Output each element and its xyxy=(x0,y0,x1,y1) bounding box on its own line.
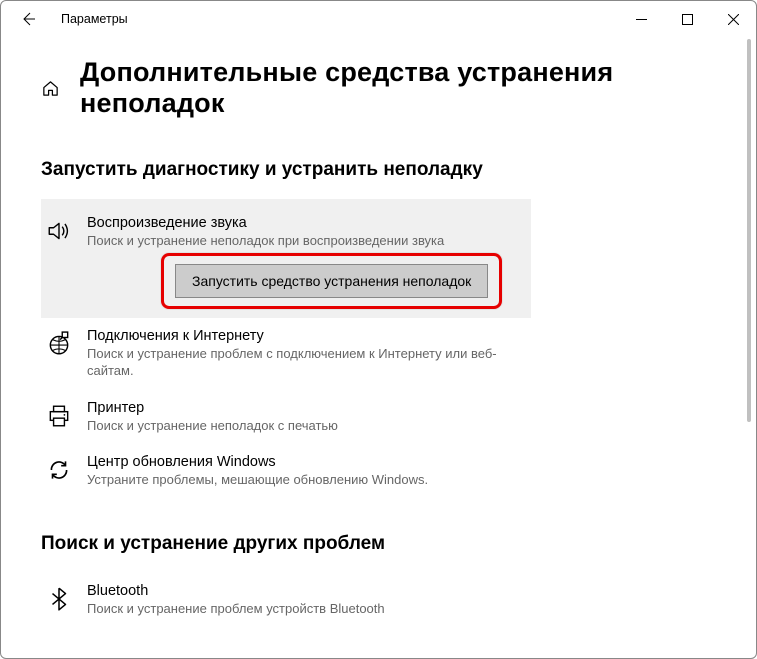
refresh-icon xyxy=(45,456,73,484)
troubleshooter-item-internet[interactable]: Подключения к Интернету Поиск и устранен… xyxy=(41,318,531,390)
item-desc: Устраните проблемы, мешающие обновлению … xyxy=(87,471,523,489)
back-button[interactable] xyxy=(13,11,43,27)
troubleshooter-item-printer[interactable]: Принтер Поиск и устранение неполадок с п… xyxy=(41,390,531,445)
item-desc: Поиск и устранение неполадок при воспрои… xyxy=(87,232,519,250)
scrollbar-thumb[interactable] xyxy=(747,39,751,422)
troubleshooter-item-audio[interactable]: Воспроизведение звука Поиск и устранение… xyxy=(41,199,531,318)
item-desc: Поиск и устранение проблем устройств Blu… xyxy=(87,600,523,618)
section-heading-other: Поиск и устранение других проблем xyxy=(41,533,716,555)
maximize-button[interactable] xyxy=(664,1,710,37)
window-title: Параметры xyxy=(61,12,128,26)
section-heading-diagnose: Запустить диагностику и устранить непола… xyxy=(41,159,716,181)
item-name: Центр обновления Windows xyxy=(87,454,523,470)
titlebar: Параметры xyxy=(1,1,756,37)
item-desc: Поиск и устранение неполадок с печатью xyxy=(87,417,523,435)
item-name: Bluetooth xyxy=(87,583,523,599)
minimize-button[interactable] xyxy=(618,1,664,37)
speaker-icon xyxy=(45,217,73,245)
scrollbar[interactable] xyxy=(744,39,754,656)
home-icon[interactable] xyxy=(41,79,60,98)
close-button[interactable] xyxy=(710,1,756,37)
bluetooth-icon xyxy=(45,585,73,613)
globe-icon xyxy=(45,330,73,358)
troubleshooter-item-bluetooth[interactable]: Bluetooth Поиск и устранение проблем уст… xyxy=(41,573,531,628)
item-name: Воспроизведение звука xyxy=(87,215,519,231)
item-name: Подключения к Интернету xyxy=(87,328,523,344)
printer-icon xyxy=(45,402,73,430)
settings-window: Параметры Дополнительные средства устран… xyxy=(0,0,757,659)
item-name: Принтер xyxy=(87,400,523,416)
item-desc: Поиск и устранение проблем с подключение… xyxy=(87,345,523,380)
page-title: Дополнительные средства устранения непол… xyxy=(80,57,716,119)
troubleshooter-item-windows-update[interactable]: Центр обновления Windows Устраните пробл… xyxy=(41,444,531,499)
run-troubleshooter-button[interactable]: Запустить средство устранения неполадок xyxy=(175,264,488,298)
content-area: Дополнительные средства устранения непол… xyxy=(1,37,756,658)
